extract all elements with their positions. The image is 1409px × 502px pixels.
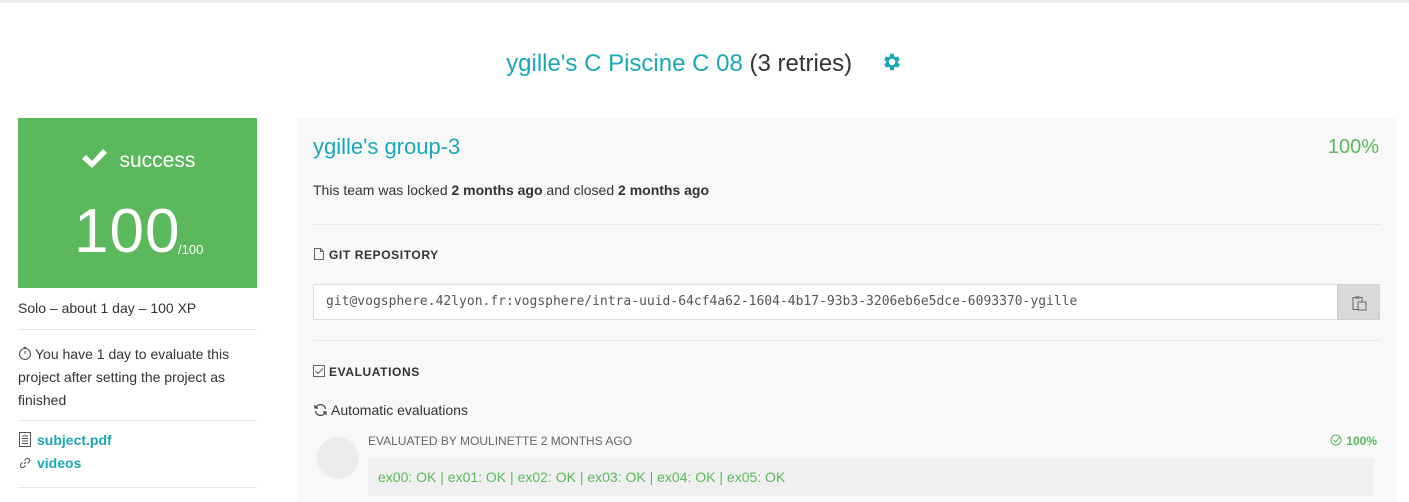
evaluation-notice-text: You have 1 day to evaluate this project … [18,346,230,408]
score-max: /100 [178,242,204,257]
document-icon [18,432,32,447]
evaluation-result-text: ex00: OK | ex01: OK | ex02: OK | ex03: O… [378,469,786,485]
score-value: 100 [74,197,181,266]
clipboard-icon [1352,295,1367,311]
videos-link[interactable]: videos [18,455,81,471]
divider [313,224,1381,225]
subject-pdf-label: subject.pdf [37,432,112,448]
team-panel: ygille's group-3 100% This team was lock… [297,118,1397,502]
status-label: success [119,149,196,172]
subject-pdf-link[interactable]: subject.pdf [18,432,112,448]
avatar [317,437,359,479]
divider [18,487,257,488]
project-meta: Solo – about 1 day – 100 XP [18,300,197,316]
divider [313,340,1381,341]
divider [18,329,257,330]
automatic-evaluations-heading: Automatic evaluations [313,402,468,418]
status-line: success [18,146,257,173]
evaluation-percentage: 100% [1330,434,1377,448]
copy-button[interactable] [1337,284,1380,320]
retries-count: (3 retries) [749,50,853,77]
gear-icon[interactable] [881,51,903,73]
link-icon [18,456,32,471]
team-lock-status: This team was locked 2 months ago and cl… [313,182,709,198]
locked-ago: 2 months ago [451,182,543,198]
evaluation-percentage-value: 100% [1346,434,1377,448]
project-title-link[interactable]: ygille's C Piscine C 08 [506,50,743,77]
lock-prefix: This team was locked [313,182,452,198]
check-circle-icon [1330,434,1342,446]
evaluations-heading: EVALUATIONS [313,365,420,379]
refresh-icon [313,403,328,417]
git-url[interactable]: git@vogsphere.42lyon.fr:vogsphere/intra-… [326,294,1077,309]
team-name[interactable]: ygille's group-3 [313,134,460,160]
score-card: success 100 /100 [18,118,257,288]
team-percentage: 100% [1327,136,1379,158]
closed-ago: 2 months ago [618,182,710,198]
checkbox-icon [313,365,325,377]
divider [18,420,257,421]
evaluations-label: EVALUATIONS [329,365,420,379]
page-title: ygille's C Piscine C 08 (3 retries) [0,50,1409,78]
automatic-evaluations-label: Automatic evaluations [331,402,468,418]
evaluated-by: EVALUATED BY MOULINETTE 2 MONTHS AGO [368,434,633,448]
evaluation-notice: You have 1 day to evaluate this project … [18,343,248,412]
git-url-field[interactable]: git@vogsphere.42lyon.fr:vogsphere/intra-… [313,284,1380,320]
git-repository-label: GIT REPOSITORY [329,248,439,262]
timer-icon [18,344,32,361]
top-border [0,0,1409,3]
videos-label: videos [37,455,82,471]
lock-middle: and closed [542,182,619,198]
check-icon [80,146,108,170]
evaluation-result: ex00: OK | ex01: OK | ex02: OK | ex03: O… [368,458,1374,496]
file-icon [313,248,325,260]
git-repository-heading: GIT REPOSITORY [313,248,439,262]
